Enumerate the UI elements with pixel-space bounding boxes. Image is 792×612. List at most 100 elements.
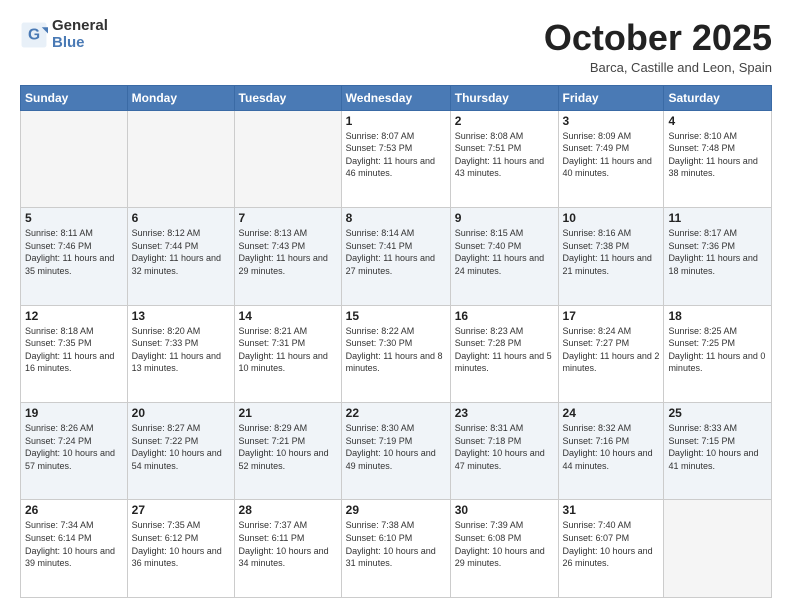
page: G General Blue October 2025 Barca, Casti… <box>0 0 792 612</box>
calendar-cell: 15 Sunrise: 8:22 AM Sunset: 7:30 PM Dayli… <box>341 305 450 402</box>
day-info: Sunrise: 7:37 AM Sunset: 6:11 PM Dayligh… <box>239 519 337 569</box>
day-info: Sunrise: 8:20 AM Sunset: 7:33 PM Dayligh… <box>132 325 230 375</box>
day-info: Sunrise: 7:40 AM Sunset: 6:07 PM Dayligh… <box>563 519 660 569</box>
calendar-cell: 18 Sunrise: 8:25 AM Sunset: 7:25 PM Dayli… <box>664 305 772 402</box>
day-number: 11 <box>668 211 767 225</box>
calendar-week-4: 19 Sunrise: 8:26 AM Sunset: 7:24 PM Dayli… <box>21 403 772 500</box>
day-info: Sunrise: 8:08 AM Sunset: 7:51 PM Dayligh… <box>455 130 554 180</box>
day-number: 10 <box>563 211 660 225</box>
calendar-cell: 3Sunrise: 8:09 AM Sunset: 7:49 PM Daylig… <box>558 110 664 207</box>
day-number: 27 <box>132 503 230 517</box>
calendar-cell: 17Sunrise: 8:24 AM Sunset: 7:27 PM Dayli… <box>558 305 664 402</box>
calendar-cell: 21Sunrise: 8:29 AM Sunset: 7:21 PM Dayli… <box>234 403 341 500</box>
col-friday: Friday <box>558 85 664 110</box>
day-number: 7 <box>239 211 337 225</box>
title-block: October 2025 Barca, Castille and Leon, S… <box>544 18 772 75</box>
day-info: Sunrise: 8:13 AM Sunset: 7:43 PM Dayligh… <box>239 227 337 277</box>
logo-text: General Blue <box>52 18 108 51</box>
calendar-cell <box>234 110 341 207</box>
day-info: Sunrise: 8:30 AM Sunset: 7:19 PM Dayligh… <box>346 422 446 472</box>
calendar-week-2: 5Sunrise: 8:11 AM Sunset: 7:46 PM Daylig… <box>21 208 772 305</box>
day-info: Sunrise: 7:35 AM Sunset: 6:12 PM Dayligh… <box>132 519 230 569</box>
day-info: Sunrise: 8:33 AM Sunset: 7:15 PM Dayligh… <box>668 422 767 472</box>
day-number: 29 <box>346 503 446 517</box>
calendar-cell: 7 Sunrise: 8:13 AM Sunset: 7:43 PM Daylig… <box>234 208 341 305</box>
logo-icon: G <box>20 21 48 49</box>
day-number: 22 <box>346 406 446 420</box>
header: G General Blue October 2025 Barca, Casti… <box>20 18 772 75</box>
day-number: 31 <box>563 503 660 517</box>
day-info: Sunrise: 8:26 AM Sunset: 7:24 PM Dayligh… <box>25 422 123 472</box>
col-saturday: Saturday <box>664 85 772 110</box>
calendar-week-5: 26Sunrise: 7:34 AM Sunset: 6:14 PM Dayli… <box>21 500 772 598</box>
day-number: 25 <box>668 406 767 420</box>
day-number: 17 <box>563 309 660 323</box>
col-wednesday: Wednesday <box>341 85 450 110</box>
day-info: Sunrise: 8:12 AM Sunset: 7:44 PM Dayligh… <box>132 227 230 277</box>
calendar-cell <box>127 110 234 207</box>
calendar-cell: 19 Sunrise: 8:26 AM Sunset: 7:24 PM Dayli… <box>21 403 128 500</box>
day-number: 18 <box>668 309 767 323</box>
header-row: Sunday Monday Tuesday Wednesday Thursday… <box>21 85 772 110</box>
calendar-cell: 9Sunrise: 8:15 AM Sunset: 7:40 PM Daylig… <box>450 208 558 305</box>
calendar-cell: 12 Sunrise: 8:18 AM Sunset: 7:35 PM Dayli… <box>21 305 128 402</box>
day-info: Sunrise: 8:22 AM Sunset: 7:30 PM Dayligh… <box>346 325 446 375</box>
calendar-cell: 5Sunrise: 8:11 AM Sunset: 7:46 PM Daylig… <box>21 208 128 305</box>
day-number: 6 <box>132 211 230 225</box>
calendar-week-3: 12 Sunrise: 8:18 AM Sunset: 7:35 PM Dayli… <box>21 305 772 402</box>
day-info: Sunrise: 8:18 AM Sunset: 7:35 PM Dayligh… <box>25 325 123 375</box>
calendar-cell <box>664 500 772 598</box>
day-number: 16 <box>455 309 554 323</box>
calendar-cell: 13 Sunrise: 8:20 AM Sunset: 7:33 PM Dayli… <box>127 305 234 402</box>
day-number: 13 <box>132 309 230 323</box>
calendar-cell: 31 Sunrise: 7:40 AM Sunset: 6:07 PM Dayli… <box>558 500 664 598</box>
col-sunday: Sunday <box>21 85 128 110</box>
day-number: 14 <box>239 309 337 323</box>
calendar-cell: 16Sunrise: 8:23 AM Sunset: 7:28 PM Dayli… <box>450 305 558 402</box>
day-number: 1 <box>346 114 446 128</box>
day-info: Sunrise: 7:39 AM Sunset: 6:08 PM Dayligh… <box>455 519 554 569</box>
day-number: 28 <box>239 503 337 517</box>
day-info: Sunrise: 8:11 AM Sunset: 7:46 PM Dayligh… <box>25 227 123 277</box>
day-number: 24 <box>563 406 660 420</box>
day-info: Sunrise: 8:29 AM Sunset: 7:21 PM Dayligh… <box>239 422 337 472</box>
day-number: 9 <box>455 211 554 225</box>
calendar-cell: 25 Sunrise: 8:33 AM Sunset: 7:15 PM Dayli… <box>664 403 772 500</box>
subtitle: Barca, Castille and Leon, Spain <box>544 60 772 75</box>
calendar-cell: 24 Sunrise: 8:32 AM Sunset: 7:16 PM Dayli… <box>558 403 664 500</box>
day-info: Sunrise: 8:21 AM Sunset: 7:31 PM Dayligh… <box>239 325 337 375</box>
calendar-cell: 20 Sunrise: 8:27 AM Sunset: 7:22 PM Dayli… <box>127 403 234 500</box>
day-number: 2 <box>455 114 554 128</box>
calendar-table: Sunday Monday Tuesday Wednesday Thursday… <box>20 85 772 598</box>
day-info: Sunrise: 8:17 AM Sunset: 7:36 PM Dayligh… <box>668 227 767 277</box>
calendar-cell: 8Sunrise: 8:14 AM Sunset: 7:41 PM Daylig… <box>341 208 450 305</box>
calendar-cell: 1 Sunrise: 8:07 AM Sunset: 7:53 PM Daylig… <box>341 110 450 207</box>
calendar-cell: 22 Sunrise: 8:30 AM Sunset: 7:19 PM Dayli… <box>341 403 450 500</box>
day-info: Sunrise: 8:25 AM Sunset: 7:25 PM Dayligh… <box>668 325 767 375</box>
calendar-cell: 11 Sunrise: 8:17 AM Sunset: 7:36 PM Dayli… <box>664 208 772 305</box>
day-info: Sunrise: 8:10 AM Sunset: 7:48 PM Dayligh… <box>668 130 767 180</box>
calendar-cell: 28 Sunrise: 7:37 AM Sunset: 6:11 PM Dayli… <box>234 500 341 598</box>
calendar-cell: 14 Sunrise: 8:21 AM Sunset: 7:31 PM Dayli… <box>234 305 341 402</box>
day-number: 8 <box>346 211 446 225</box>
calendar-cell: 29 Sunrise: 7:38 AM Sunset: 6:10 PM Dayli… <box>341 500 450 598</box>
logo-general-text: General <box>52 18 108 35</box>
col-tuesday: Tuesday <box>234 85 341 110</box>
day-number: 12 <box>25 309 123 323</box>
svg-text:G: G <box>28 26 40 43</box>
day-info: Sunrise: 8:32 AM Sunset: 7:16 PM Dayligh… <box>563 422 660 472</box>
day-info: Sunrise: 8:09 AM Sunset: 7:49 PM Dayligh… <box>563 130 660 180</box>
day-info: Sunrise: 7:38 AM Sunset: 6:10 PM Dayligh… <box>346 519 446 569</box>
calendar-cell <box>21 110 128 207</box>
day-info: Sunrise: 8:27 AM Sunset: 7:22 PM Dayligh… <box>132 422 230 472</box>
calendar-week-1: 1 Sunrise: 8:07 AM Sunset: 7:53 PM Daylig… <box>21 110 772 207</box>
calendar-cell: 30Sunrise: 7:39 AM Sunset: 6:08 PM Dayli… <box>450 500 558 598</box>
day-number: 15 <box>346 309 446 323</box>
calendar-cell: 23Sunrise: 8:31 AM Sunset: 7:18 PM Dayli… <box>450 403 558 500</box>
day-number: 26 <box>25 503 123 517</box>
day-number: 23 <box>455 406 554 420</box>
calendar-cell: 26Sunrise: 7:34 AM Sunset: 6:14 PM Dayli… <box>21 500 128 598</box>
day-info: Sunrise: 8:07 AM Sunset: 7:53 PM Dayligh… <box>346 130 446 180</box>
day-number: 20 <box>132 406 230 420</box>
day-number: 19 <box>25 406 123 420</box>
